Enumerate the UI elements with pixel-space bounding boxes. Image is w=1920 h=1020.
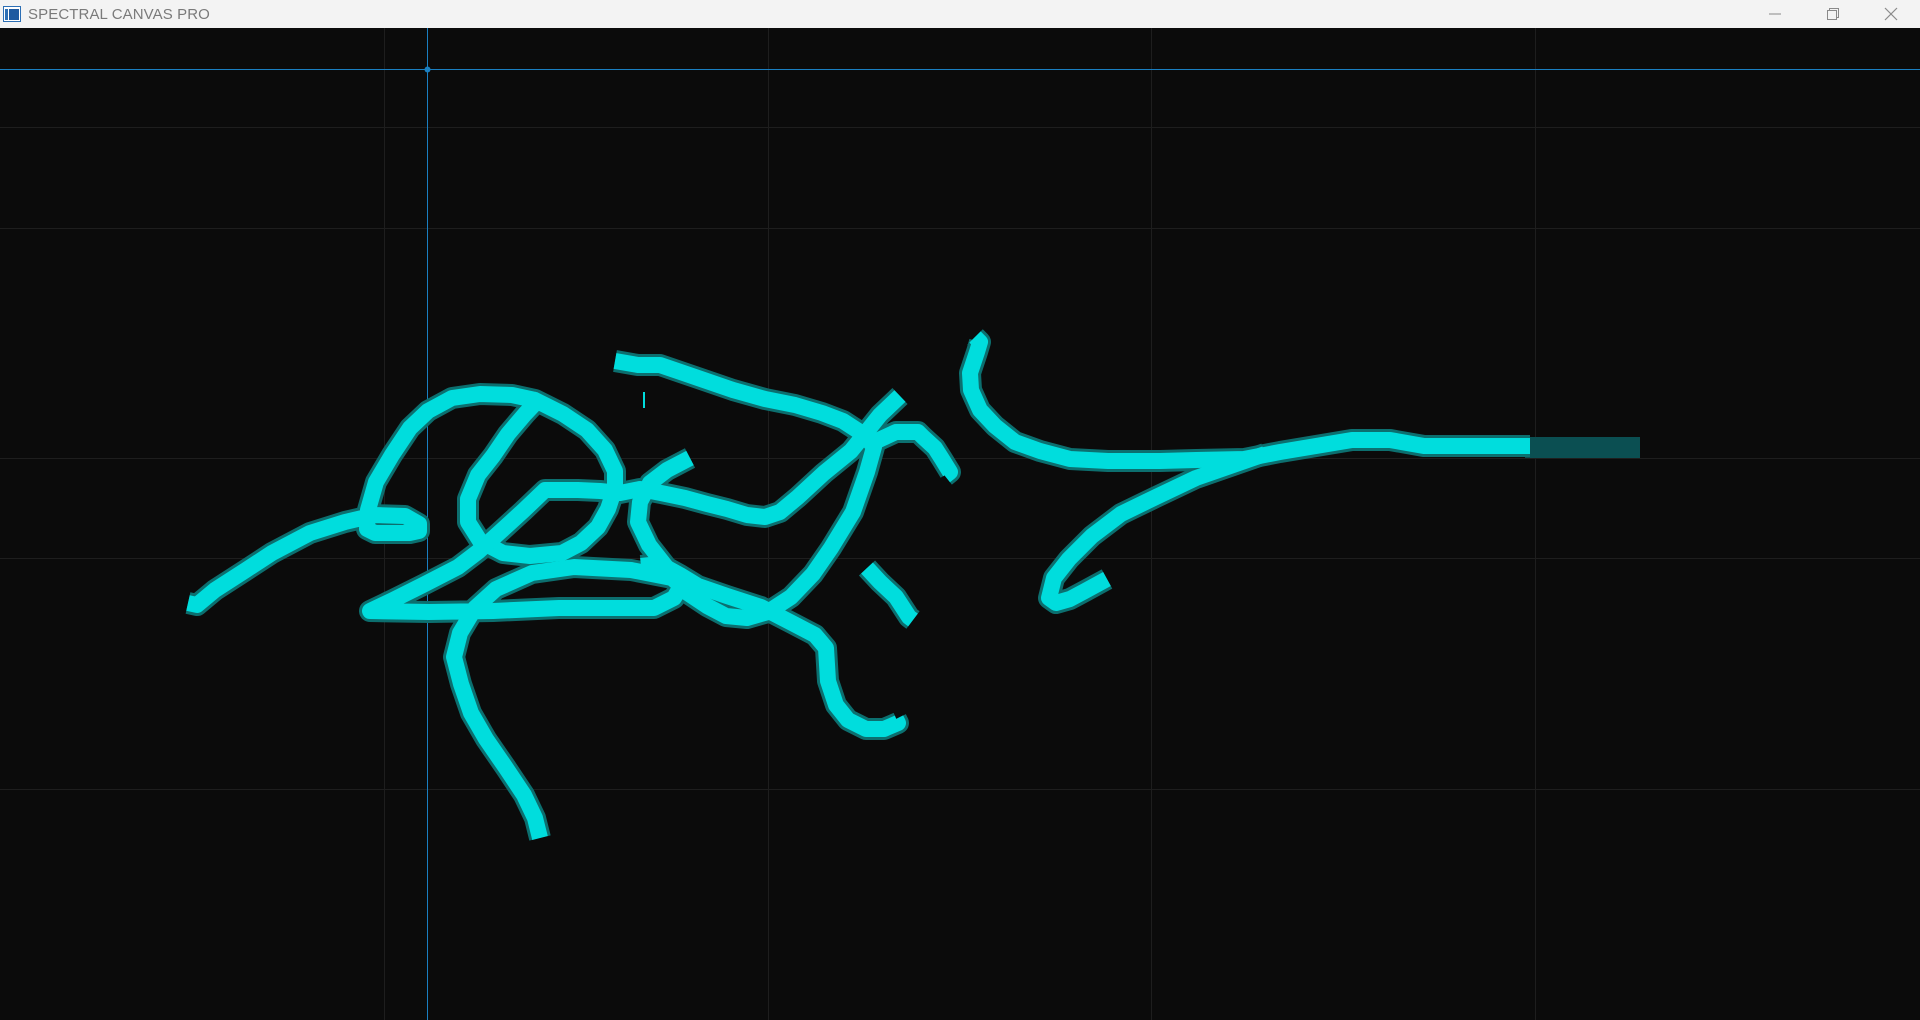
close-button[interactable] [1862,0,1920,28]
canvas-grid [0,28,1920,1020]
app-window-icon [3,6,21,22]
crosshair-guides [0,28,1920,1020]
drawing-canvas[interactable] [0,28,1920,1020]
window-controls [1746,0,1920,28]
trailing-stroke-segment [1525,437,1640,458]
restore-button[interactable] [1804,0,1862,28]
canvas-surface[interactable] [0,28,1920,1020]
cyan-strokes [186,331,1530,840]
app-window: SPECTRAL CANVAS PRO [0,0,1920,1020]
title-bar[interactable]: SPECTRAL CANVAS PRO [0,0,1920,28]
stroke-7 [962,331,1530,469]
crosshair-point [424,66,431,73]
close-icon [1884,7,1898,21]
restore-icon [1827,8,1839,20]
minimize-button[interactable] [1746,0,1804,28]
minimize-icon [1769,13,1781,15]
stroke-outlines [185,329,1530,841]
window-title: SPECTRAL CANVAS PRO [28,5,210,23]
